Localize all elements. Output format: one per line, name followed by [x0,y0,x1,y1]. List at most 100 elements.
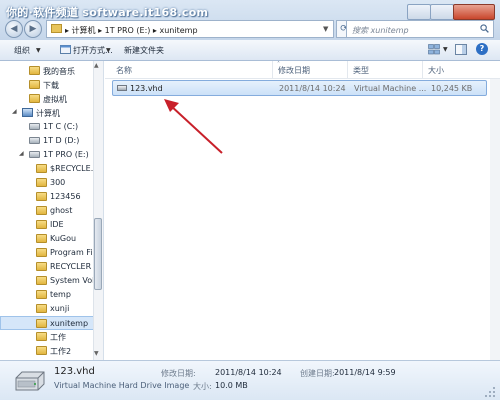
file-type: Virtual Machine ... [354,84,427,93]
hard-drive-icon [15,371,45,391]
column-divider[interactable] [272,61,273,78]
nav-item-recycle-bin[interactable]: $RECYCLE.BIN [0,162,103,176]
back-button[interactable]: ◀ [5,20,23,38]
details-size-value: 10.0 MB [215,381,248,390]
nav-item-music[interactable]: 我的音乐 [0,64,96,78]
resize-grip-icon[interactable] [484,386,496,398]
nav-item-label: 工作2 [50,347,72,356]
nav-item-recycler[interactable]: RECYCLER [0,260,96,274]
folder-icon [36,178,47,187]
file-size: 10,245 KB [431,84,473,93]
forward-button[interactable]: ▶ [24,20,42,38]
nav-item-label: 工作 [50,333,66,342]
nav-item-label: 123456 [50,192,81,201]
drive-icon [29,151,40,158]
nav-item-label: 虚拟机 [43,95,67,104]
details-modified-label: 修改日期: [161,369,196,378]
nav-item-label: 300 [50,178,66,187]
nav-item-temp[interactable]: temp [0,288,96,302]
file-name: 123.vhd [130,84,163,93]
column-divider[interactable] [347,61,348,78]
new-folder-button[interactable]: 新建文件夹 [124,45,164,56]
nav-item-vm[interactable]: 虚拟机 [0,92,96,106]
nav-item-program-files[interactable]: Program Files [0,246,103,260]
view-options-icon[interactable] [428,44,440,55]
nav-scrollbar[interactable] [93,61,103,360]
watermark-text: 你的·软件频道 software.it168.com [6,6,209,19]
maximize-button[interactable] [430,4,454,20]
column-divider[interactable] [422,61,423,78]
chevron-down-icon[interactable]: ▼ [323,25,328,33]
nav-item-label: 下载 [43,81,59,90]
search-icon[interactable] [480,24,489,33]
column-header-name[interactable]: 名称 [116,65,132,76]
nav-item-downloads[interactable]: 下载 [0,78,96,92]
chevron-down-icon: ▼ [106,47,111,54]
nav-item-label: 1T D (D:) [43,136,80,145]
search-placeholder: 搜索 xunitemp [352,26,409,35]
folder-icon [36,220,47,229]
close-button[interactable] [453,4,495,20]
chevron-down-icon: ▼ [36,47,41,54]
folder-icon [36,262,47,271]
drive-icon [29,137,40,144]
nav-item-ide[interactable]: IDE [0,218,96,232]
folder-icon [29,94,40,103]
organize-button[interactable]: 组织 [14,45,30,56]
address-bar[interactable]: ▸ 计算机 ▸ 1T PRO (E:) ▸ xunitemp ▼ [46,20,334,38]
search-input[interactable]: 搜索 xunitemp [346,20,494,38]
folder-icon [36,206,47,215]
nav-item-kugou[interactable]: KuGou [0,232,96,246]
column-header-size[interactable]: 大小 [428,65,444,76]
nav-item-label: xunitemp [50,319,89,328]
chevron-down-icon[interactable]: ▼ [443,46,448,53]
list-scroll-area [490,79,500,360]
nav-item-drive-c[interactable]: 1T C (C:) [0,120,96,134]
details-file-name: 123.vhd [54,366,95,377]
folder-icon [36,164,47,173]
nav-item-xunitemp[interactable]: xunitemp [0,316,96,330]
nav-item-label: KuGou [50,234,77,243]
column-header-date[interactable]: 修改日期 [278,65,310,76]
command-bar: 组织 ▼ 打开方式... ▼ 新建文件夹 ▼ ? [0,40,500,61]
folder-icon [29,66,40,75]
nav-item-xunji[interactable]: xunji [0,302,96,316]
minimize-button[interactable] [407,4,431,20]
nav-item-label: 1T PRO (E:) [43,150,89,159]
preview-pane-icon[interactable] [455,44,467,55]
nav-item-system-volume[interactable]: System Volume [0,274,103,288]
nav-item-drive-e[interactable]: ◢ 1T PRO (E:) [0,148,96,162]
folder-icon [36,276,47,285]
folder-icon [36,346,47,355]
nav-item-300[interactable]: 300 [0,176,96,190]
folder-icon [36,290,47,299]
nav-item-work2[interactable]: 工作2 [0,344,96,358]
folder-icon [36,332,47,341]
folder-icon [36,192,47,201]
details-file-type: Virtual Machine Hard Drive Image [54,381,190,390]
folder-icon [51,24,62,33]
file-date: 2011/8/14 10:24 [279,84,346,93]
scroll-up-icon[interactable]: ▲ [94,62,99,69]
nav-item-drive-d[interactable]: 1T D (D:) [0,134,96,148]
folder-icon [36,248,47,257]
nav-item-label: RECYCLER [50,262,92,271]
scroll-down-icon[interactable]: ▼ [94,350,99,357]
file-row[interactable]: 123.vhd 2011/8/14 10:24 Virtual Machine … [112,80,487,96]
nav-item-work[interactable]: 工作 [0,330,96,344]
column-header-type[interactable]: 类型 [353,65,369,76]
expand-arrow-icon[interactable]: ◢ [19,150,24,157]
nav-item-ghost[interactable]: ghost [0,204,96,218]
help-icon[interactable]: ? [476,43,488,55]
address-path[interactable]: ▸ 计算机 ▸ 1T PRO (E:) ▸ xunitemp [65,25,198,36]
nav-item-label: 1T C (C:) [43,122,79,131]
open-with-icon [60,45,71,54]
folder-icon [36,234,47,243]
nav-item-computer[interactable]: ◢ 计算机 [0,106,96,120]
details-pane: 123.vhd Virtual Machine Hard Drive Image… [0,360,500,400]
details-modified-value: 2011/8/14 10:24 [215,368,282,377]
expand-arrow-icon[interactable]: ◢ [12,108,17,115]
nav-scrollbar-thumb[interactable] [94,218,102,290]
nav-item-123456[interactable]: 123456 [0,190,96,204]
nav-item-label: IDE [50,220,64,229]
